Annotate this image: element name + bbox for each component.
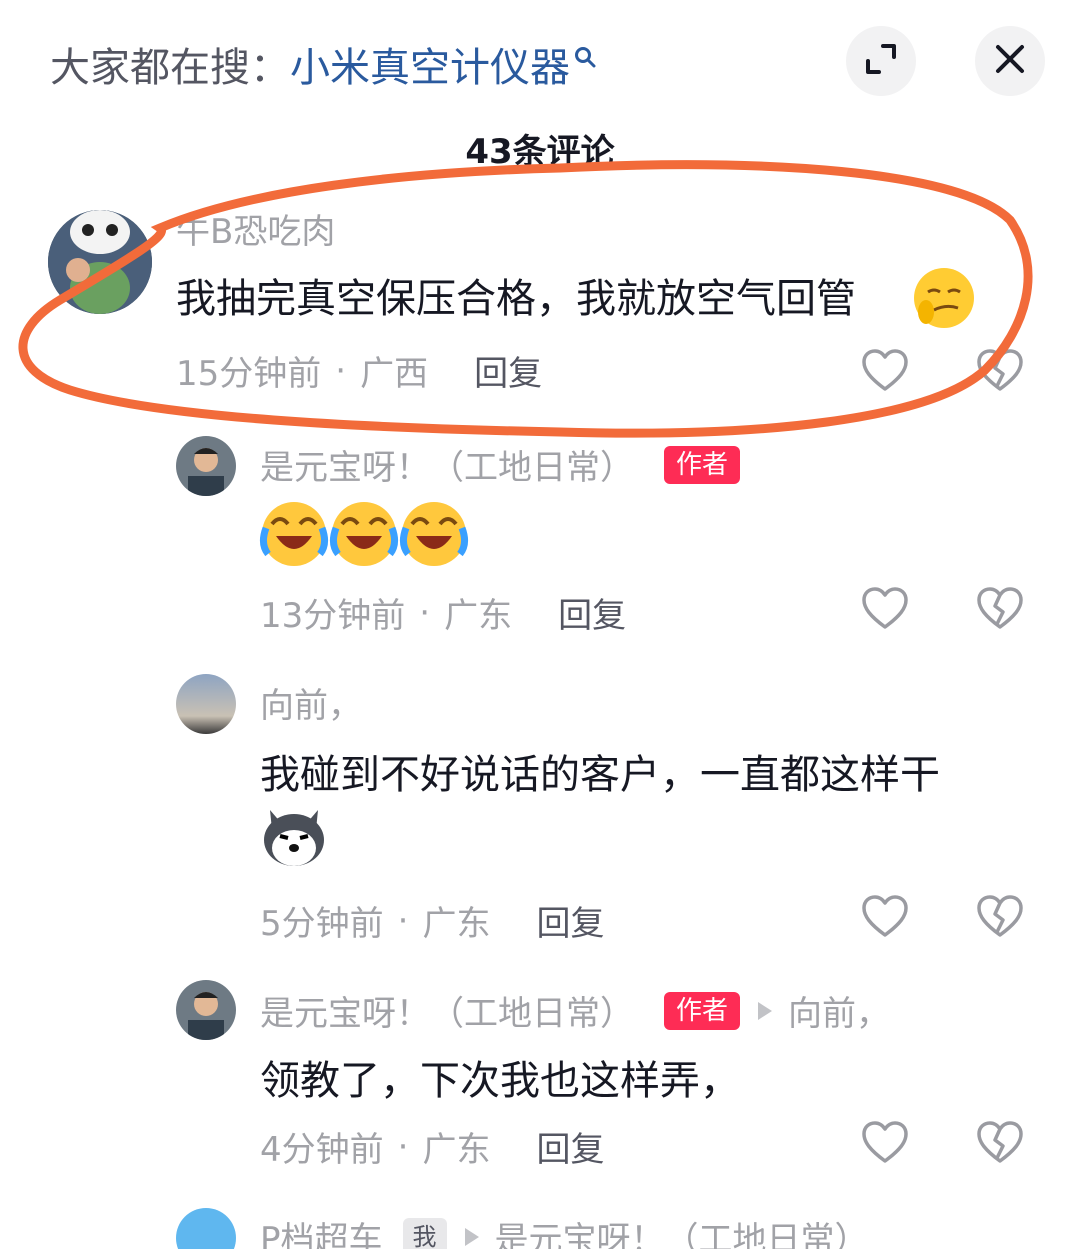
reply-target-name[interactable]: 向前， bbox=[788, 986, 890, 1035]
laugh-cry-emoji-icon bbox=[258, 498, 330, 574]
meta-separator: · bbox=[397, 1126, 409, 1167]
meta-separator: · bbox=[397, 900, 409, 941]
comment-text-content: 我抽完真空保压合格，我就放空气回管 bbox=[176, 276, 856, 322]
reply-location: 广东 bbox=[422, 1130, 491, 1170]
laugh-cry-emoji-icon bbox=[328, 498, 400, 574]
reply-time: 5分钟前 bbox=[260, 904, 384, 944]
reply-text: 我碰到不好说话的客户，一直都这样干 bbox=[260, 752, 940, 798]
search-icon bbox=[574, 32, 596, 78]
smirk-emoji-icon bbox=[910, 264, 978, 336]
avatar[interactable] bbox=[48, 210, 152, 314]
reply-target-name[interactable]: 是元宝呀！（工地日常） bbox=[495, 1212, 869, 1249]
reply-item: P档超车 我 是元宝呀！（工地日常） bbox=[0, 1200, 1080, 1249]
avatar[interactable] bbox=[176, 1208, 236, 1249]
heart-icon bbox=[860, 587, 910, 638]
reply-meta: 5分钟前 · 广东 回复 bbox=[260, 896, 604, 945]
reply-button[interactable]: 回复 bbox=[536, 1122, 604, 1171]
like-button[interactable] bbox=[860, 346, 910, 396]
reply-item: 是元宝呀！（工地日常） 作者 13分钟前 · 广东 回复 bbox=[0, 430, 1080, 650]
reply-username-text: P档超车 bbox=[260, 1220, 383, 1249]
broken-heart-icon bbox=[975, 895, 1025, 946]
heart-icon bbox=[860, 349, 910, 400]
close-button[interactable] bbox=[975, 26, 1045, 96]
close-icon bbox=[994, 43, 1026, 79]
meta-separator: · bbox=[335, 350, 347, 391]
reply-username[interactable]: 是元宝呀！（工地日常） 作者 bbox=[260, 440, 741, 489]
reply-username[interactable]: 向前， bbox=[260, 678, 362, 727]
dislike-button[interactable] bbox=[975, 892, 1025, 942]
like-button[interactable] bbox=[860, 892, 910, 942]
expand-button[interactable] bbox=[846, 26, 916, 96]
author-badge: 作者 bbox=[664, 445, 741, 484]
comment-item: 牛B恐吃肉 我抽完真空保压合格，我就放空气回管 15分钟前 · 广西 回复 bbox=[0, 190, 1080, 410]
broken-heart-icon bbox=[975, 349, 1025, 400]
comment-meta: 15分钟前 · 广西 回复 bbox=[176, 346, 542, 395]
search-suggestion[interactable]: 大家都在搜： 小米真空计仪器 bbox=[50, 36, 596, 92]
reply-text: 领教了，下次我也这样弄， bbox=[260, 1058, 740, 1104]
dislike-button[interactable] bbox=[975, 1118, 1025, 1168]
meta-separator: · bbox=[419, 592, 431, 633]
heart-icon bbox=[860, 895, 910, 946]
laugh-cry-emoji-icon bbox=[398, 498, 470, 574]
reply-username[interactable]: 是元宝呀！（工地日常） 作者 向前， bbox=[260, 986, 890, 1035]
reply-button[interactable]: 回复 bbox=[536, 896, 604, 945]
comment-count-title: 43条评论 bbox=[465, 132, 615, 172]
comment-text: 我抽完真空保压合格，我就放空气回管 bbox=[176, 266, 856, 324]
reply-time: 4分钟前 bbox=[260, 1130, 384, 1170]
heart-icon bbox=[860, 1121, 910, 1172]
expand-icon bbox=[863, 41, 899, 81]
reply-location: 广东 bbox=[444, 596, 513, 636]
me-badge: 我 bbox=[402, 1217, 447, 1249]
broken-heart-icon bbox=[975, 1121, 1025, 1172]
avatar[interactable] bbox=[176, 980, 236, 1040]
reply-location: 广东 bbox=[422, 904, 491, 944]
comment-location: 广西 bbox=[360, 354, 429, 394]
comment-username[interactable]: 牛B恐吃肉 bbox=[176, 204, 335, 253]
dislike-button[interactable] bbox=[975, 346, 1025, 396]
reply-arrow-icon bbox=[758, 1001, 773, 1020]
reply-meta: 13分钟前 · 广东 回复 bbox=[260, 588, 626, 637]
reply-username[interactable]: P档超车 我 是元宝呀！（工地日常） bbox=[260, 1212, 869, 1249]
reply-meta: 4分钟前 · 广东 回复 bbox=[260, 1122, 604, 1171]
reply-item: 向前， 我碰到不好说话的客户，一直都这样干 5分钟前 · 广东 回复 bbox=[0, 670, 1080, 960]
search-prefix-label: 大家都在搜： bbox=[50, 45, 290, 91]
reply-username-text: 是元宝呀！（工地日常） bbox=[260, 448, 634, 488]
reply-button[interactable]: 回复 bbox=[474, 346, 542, 395]
reply-time: 13分钟前 bbox=[260, 596, 406, 636]
comments-panel: 大家都在搜： 小米真空计仪器 43条评论 牛B恐吃肉 我抽完真空保压合格，我就放… bbox=[0, 0, 1080, 1249]
reply-button[interactable]: 回复 bbox=[558, 588, 626, 637]
comment-time: 15分钟前 bbox=[176, 354, 322, 394]
avatar[interactable] bbox=[176, 436, 236, 496]
reply-username-text: 是元宝呀！（工地日常） bbox=[260, 994, 634, 1034]
broken-heart-icon bbox=[975, 587, 1025, 638]
author-badge: 作者 bbox=[664, 991, 741, 1030]
reply-arrow-icon bbox=[464, 1227, 479, 1246]
avatar[interactable] bbox=[176, 674, 236, 734]
husky-emoji-icon bbox=[258, 800, 330, 876]
like-button[interactable] bbox=[860, 584, 910, 634]
reply-item: 是元宝呀！（工地日常） 作者 向前， 领教了，下次我也这样弄， 4分钟前 · 广… bbox=[0, 978, 1080, 1178]
dislike-button[interactable] bbox=[975, 584, 1025, 634]
search-query-link[interactable]: 小米真空计仪器 bbox=[290, 35, 570, 93]
like-button[interactable] bbox=[860, 1118, 910, 1168]
